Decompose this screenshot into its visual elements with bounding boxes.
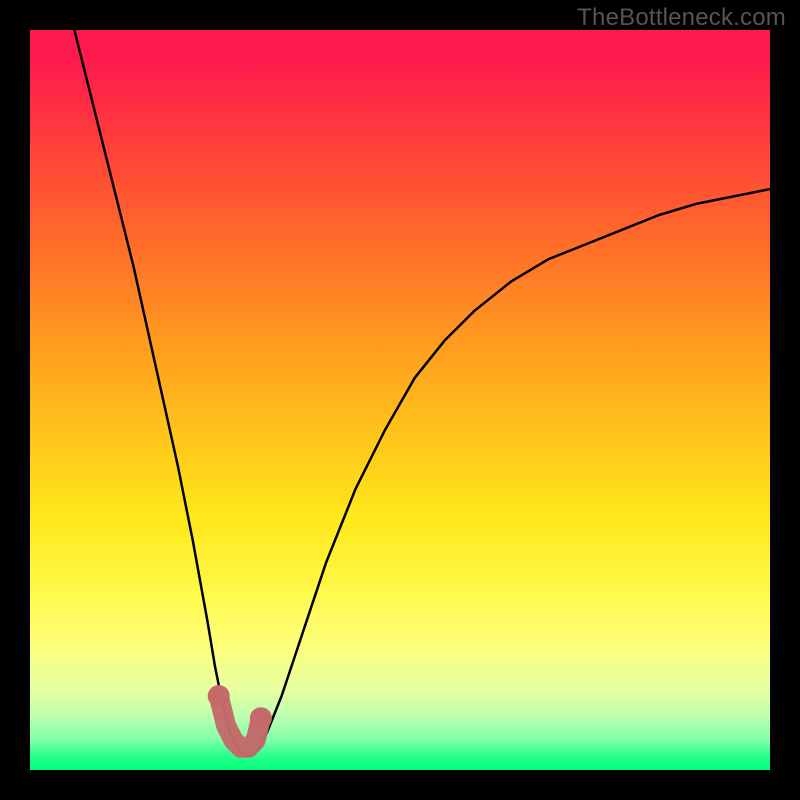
watermark-text: TheBottleneck.com <box>577 4 786 32</box>
plot-area <box>30 30 770 770</box>
optimal-range-start-dot <box>208 685 230 707</box>
chart-stage: TheBottleneck.com <box>0 0 800 800</box>
optimal-range-end-dot <box>250 707 272 729</box>
bottleneck-curve <box>74 30 770 755</box>
curve-layer <box>30 30 770 770</box>
